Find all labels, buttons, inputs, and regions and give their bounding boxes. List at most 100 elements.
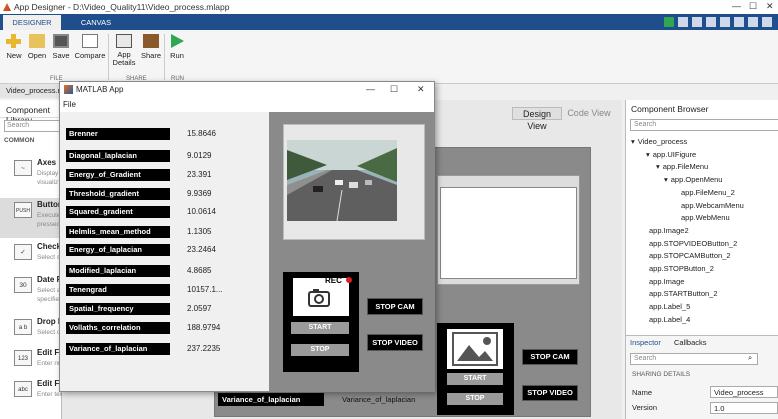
chevron-down-icon[interactable]: ▾ [646, 150, 650, 159]
file-menu[interactable]: File [63, 100, 76, 109]
tab-designer[interactable]: DESIGNER [3, 15, 61, 30]
details-icon [116, 34, 132, 48]
paste-icon[interactable] [734, 17, 744, 27]
layout-icon[interactable] [748, 17, 758, 27]
tree-node[interactable]: app.Label_4 [646, 315, 690, 324]
camera-panel: REC START STOP [283, 272, 359, 372]
quick-run-icon[interactable] [664, 17, 674, 27]
image-placeholder-icon [447, 329, 503, 369]
stop-video-button[interactable]: STOP VIDEO [367, 334, 423, 351]
stop-button[interactable]: STOP [291, 344, 349, 356]
version-field[interactable]: 1.0 [710, 402, 778, 414]
video-frame-image [287, 140, 397, 221]
toolstrip-tabs: DESIGNER CANVAS [0, 14, 778, 30]
component-search-input[interactable]: Search [4, 120, 60, 132]
stop-cam-button[interactable]: STOP CAM [367, 298, 423, 315]
start-button-2[interactable]: START [447, 373, 503, 385]
app-details-button[interactable]: App Details [111, 34, 137, 67]
close-icon[interactable]: ✕ [766, 1, 774, 12]
component-library: Component Library Search COMMON ~ Axes D… [0, 100, 81, 419]
chevron-down-icon[interactable]: ▾ [631, 137, 635, 146]
sharing-details-header[interactable]: SHARING DETAILS [632, 371, 690, 378]
metric-label-11: Variance_of_laplacian [66, 343, 170, 355]
new-icon [6, 34, 22, 48]
quick-save-icon[interactable] [678, 17, 688, 27]
metric-label-4: Squared_gradient [66, 206, 170, 218]
stop-button-2[interactable]: STOP [447, 393, 503, 405]
stop-video-button-2[interactable]: STOP VIDEO [522, 385, 578, 401]
numeric-field-icon: 123 [14, 350, 32, 366]
maximize-icon[interactable]: ☐ [749, 1, 757, 12]
text-field-icon: abc [14, 381, 32, 397]
minimize-icon[interactable]: — [732, 1, 741, 11]
tree-node[interactable]: app.STOPButton_2 [646, 264, 714, 273]
metric-label-9: Spatial_frequency [66, 303, 170, 315]
save-button[interactable]: Save [50, 34, 72, 60]
metric-value-1: 9.0129 [187, 151, 212, 160]
name-field[interactable]: Video_process [710, 386, 778, 398]
copy-icon[interactable] [720, 17, 730, 27]
help-icon[interactable] [762, 17, 772, 27]
push-button-icon: PUSH [14, 202, 32, 218]
tree-node[interactable]: app.STOPVIDEOButton_2 [646, 239, 737, 248]
name-label: Name [632, 388, 653, 397]
tab-callbacks[interactable]: Callbacks [674, 338, 707, 347]
component-button[interactable]: PUSH Button Execute pressed [0, 198, 63, 238]
tab-canvas[interactable]: CANVAS [70, 15, 122, 30]
maximize-icon[interactable]: ☐ [390, 84, 398, 95]
tree-node[interactable]: app.Label_5 [646, 302, 690, 311]
start-button[interactable]: START [291, 322, 349, 334]
metric-label-8: Tenengrad [66, 284, 170, 296]
label-variance[interactable]: Variance_of_laplacian [218, 393, 324, 406]
tree-node-label: app.FileMenu [662, 162, 709, 172]
design-view-button[interactable]: Design View [512, 107, 562, 131]
component-axes[interactable]: ~ Axes Display visualiz [0, 156, 62, 196]
redo-icon[interactable] [706, 17, 716, 27]
compare-icon [82, 34, 98, 48]
axes-icon: ~ [14, 160, 32, 176]
metric-value-8: 10157.1... [187, 285, 223, 294]
share-button[interactable]: Share [140, 34, 162, 60]
tree-node[interactable]: app.WebcamMenu [678, 201, 744, 210]
tree-node[interactable]: app.WebMenu [678, 213, 730, 222]
tree-node-label: app.FileMenu_2 [681, 187, 735, 197]
stop-cam-button-2[interactable]: STOP CAM [522, 349, 578, 365]
label-variance-value[interactable]: Variance_of_laplacian [342, 395, 415, 404]
search-icon: ⌕ [748, 353, 753, 362]
tree-node[interactable]: ▾ app.UIFigure [646, 150, 696, 159]
component-text-field[interactable]: abc Edit Field Enter text data [0, 377, 73, 417]
metric-value-9: 2.0597 [187, 304, 212, 313]
tree-node[interactable]: ▾ app.FileMenu [656, 162, 708, 171]
tree-node[interactable]: app.Image [646, 277, 684, 286]
undo-icon[interactable] [692, 17, 702, 27]
tree-node[interactable]: ▾ Video_process [631, 137, 687, 146]
open-button[interactable]: Open [26, 34, 48, 60]
minimize-icon[interactable]: — [366, 84, 375, 94]
compare-button[interactable]: Compare [74, 34, 106, 60]
browser-search-input[interactable]: Search [630, 119, 778, 131]
chevron-down-icon[interactable]: ▾ [656, 162, 660, 171]
tree-node[interactable]: app.STOPCAMButton_2 [646, 251, 731, 260]
inspector-panel: Inspector Callbacks Search ⌕ SHARING DET… [626, 335, 778, 419]
new-button[interactable]: New [5, 34, 23, 60]
image-frame[interactable]: START STOP [437, 323, 514, 415]
tab-inspector[interactable]: Inspector [630, 338, 661, 347]
tree-node[interactable]: app.FileMenu_2 [678, 188, 735, 197]
open-label: Open [27, 51, 47, 60]
run-label: Run [170, 51, 184, 60]
run-button[interactable]: Run [167, 34, 187, 60]
tree-node[interactable]: ▾ app.OpenMenu [664, 175, 722, 184]
matlab-app-window[interactable]: MATLAB App — ☐ ✕ File Brenner 15.8646 Diag… [59, 81, 435, 392]
file-tab[interactable]: Video_process.mlapp [0, 84, 78, 98]
close-icon[interactable]: ✕ [417, 84, 425, 95]
axes-plot[interactable] [440, 187, 577, 279]
inspector-search-input[interactable]: Search [630, 353, 758, 365]
tree-node[interactable]: app.STARTButton_2 [646, 289, 718, 298]
code-view-button[interactable]: Code View [564, 107, 614, 120]
version-label: Version [632, 403, 658, 412]
component-date-picker[interactable]: 30 Date Picker Select a specifie [0, 273, 81, 313]
rec-label: REC [325, 276, 342, 285]
matlab-logo-icon [3, 3, 11, 11]
chevron-down-icon[interactable]: ▾ [664, 175, 668, 184]
tree-node[interactable]: app.Image2 [646, 226, 689, 235]
